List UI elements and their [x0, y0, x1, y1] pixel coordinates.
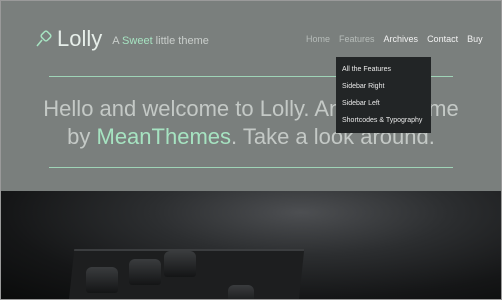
nav-contact[interactable]: Contact — [427, 34, 458, 44]
pedal-knob — [228, 285, 254, 299]
site-name[interactable]: Lolly — [57, 25, 102, 53]
pedal-knob — [129, 259, 161, 285]
site-logo[interactable]: Lolly A Sweet little theme — [35, 25, 209, 53]
site-tagline: A Sweet little theme — [112, 35, 209, 47]
tagline-accent: Sweet — [122, 35, 153, 47]
dropdown-item-sidebar-right[interactable]: Sidebar Right — [336, 78, 431, 95]
dropdown-item-sidebar-left[interactable]: Sidebar Left — [336, 95, 431, 112]
hero-section: Lolly A Sweet little theme Home Features… — [1, 1, 501, 191]
dropdown-item-all-features[interactable]: All the Features — [336, 61, 431, 78]
tagline-suffix: little theme — [152, 35, 209, 47]
dropdown-item-shortcodes[interactable]: Shortcodes & Typography — [336, 112, 431, 129]
pedal-knob — [164, 251, 196, 277]
nav-archives[interactable]: Archives — [384, 34, 419, 44]
meanthemes-link[interactable]: MeanThemes — [97, 124, 232, 149]
nav-home[interactable]: Home — [306, 34, 330, 44]
lollipop-icon — [35, 30, 53, 48]
nav-features[interactable]: Features — [339, 34, 375, 44]
page-frame: Lolly A Sweet little theme Home Features… — [0, 0, 502, 300]
main-nav: Home Features Archives Contact Buy — [306, 34, 483, 44]
features-dropdown: All the Features Sidebar Right Sidebar L… — [336, 57, 431, 133]
pedal-knob — [86, 267, 118, 293]
divider-bottom — [49, 167, 453, 168]
nav-buy[interactable]: Buy — [467, 34, 483, 44]
tagline-prefix: A — [112, 35, 123, 47]
